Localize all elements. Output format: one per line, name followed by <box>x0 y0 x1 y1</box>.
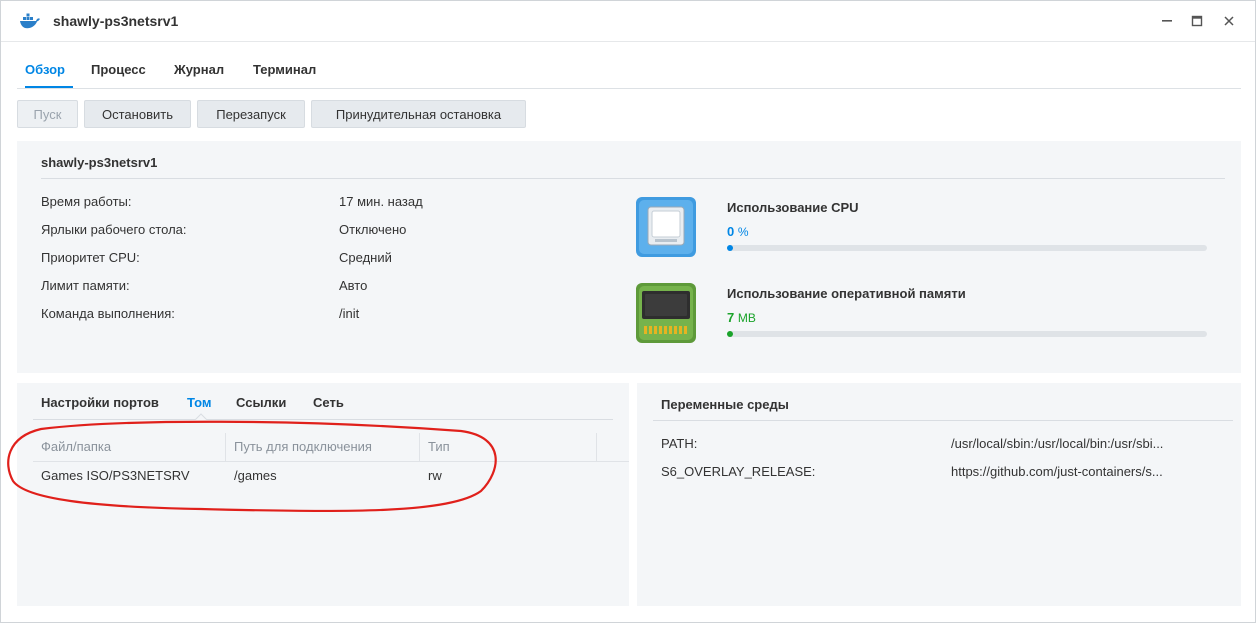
uptime-label: Время работы: <box>41 194 132 209</box>
cell-mount-path: /games <box>234 468 277 483</box>
memory-usage-bar <box>727 331 1207 337</box>
desktop-shortcut-label: Ярлыки рабочего стола: <box>41 222 187 237</box>
restart-button[interactable]: Перезапуск <box>197 100 305 128</box>
column-file-folder[interactable]: Файл/папка <box>33 433 226 461</box>
cpu-usage-bar-fill <box>727 245 733 251</box>
memory-usage-bar-fill <box>727 331 733 337</box>
tab-terminal[interactable]: Терминал <box>253 62 316 77</box>
memory-limit-label: Лимит памяти: <box>41 278 130 293</box>
uptime-value: 17 мин. назад <box>339 194 423 209</box>
cell-type: rw <box>428 468 442 483</box>
environment-title: Переменные среды <box>661 397 789 412</box>
force-stop-button[interactable]: Принудительная остановка <box>311 100 526 128</box>
start-button[interactable]: Пуск <box>17 100 78 128</box>
subtab-network[interactable]: Сеть <box>313 395 344 410</box>
tab-log[interactable]: Журнал <box>174 62 224 77</box>
divider <box>33 419 613 420</box>
env-row[interactable]: S6_OVERLAY_RELEASE: https://github.com/j… <box>661 457 1221 485</box>
command-label: Команда выполнения: <box>41 306 175 321</box>
volume-table-header: Файл/папка Путь для подключения Тип <box>33 433 629 462</box>
title-bar: shawly-ps3netsrv1 <box>1 1 1255 42</box>
active-subtab-caret <box>195 413 207 420</box>
docker-icon <box>20 13 40 29</box>
divider <box>41 178 1225 179</box>
subtab-port-settings[interactable]: Настройки портов <box>41 395 159 410</box>
cell-file-folder: Games ISO/PS3NETSRV <box>41 468 190 483</box>
memory-icon <box>636 283 696 343</box>
env-value: /usr/local/sbin:/usr/local/bin:/usr/sbi.… <box>951 436 1164 451</box>
memory-usage-title: Использование оперативной памяти <box>727 286 966 301</box>
divider <box>653 420 1233 421</box>
volume-panel: Настройки портов Том Ссылки Сеть Файл/па… <box>17 383 629 606</box>
window-title: shawly-ps3netsrv1 <box>53 13 179 29</box>
main-tabs: Обзор Процесс Журнал Терминал <box>17 42 1241 89</box>
column-mount-path[interactable]: Путь для подключения <box>226 433 420 461</box>
subtab-volume[interactable]: Том <box>187 395 212 410</box>
tab-process[interactable]: Процесс <box>91 62 146 77</box>
cpu-usage-value: 0 % <box>727 224 749 239</box>
table-row[interactable]: Games ISO/PS3NETSRV /games rw <box>33 462 629 490</box>
close-icon[interactable] <box>1219 11 1239 31</box>
overview-panel: shawly-ps3netsrv1 Время работы: 17 мин. … <box>17 141 1241 373</box>
env-value: https://github.com/just-containers/s... <box>951 464 1163 479</box>
environment-panel: Переменные среды PATH: /usr/local/sbin:/… <box>637 383 1241 606</box>
cpu-priority-value: Средний <box>339 250 392 265</box>
desktop-shortcut-value: Отключено <box>339 222 407 237</box>
column-separator[interactable] <box>596 433 597 461</box>
maximize-icon[interactable] <box>1187 11 1207 31</box>
env-row[interactable]: PATH: /usr/local/sbin:/usr/local/bin:/us… <box>661 429 1221 457</box>
tab-overview[interactable]: Обзор <box>25 62 65 77</box>
memory-usage-value: 7 MB <box>727 310 756 325</box>
stop-button[interactable]: Остановить <box>84 100 191 128</box>
cpu-priority-label: Приоритет CPU: <box>41 250 140 265</box>
active-tab-indicator <box>25 86 73 88</box>
column-type[interactable]: Тип <box>420 433 597 461</box>
env-key: PATH: <box>661 436 698 451</box>
cpu-usage-bar <box>727 245 1207 251</box>
memory-limit-value: Авто <box>339 278 368 293</box>
container-name: shawly-ps3netsrv1 <box>41 155 158 170</box>
subtab-links[interactable]: Ссылки <box>236 395 286 410</box>
minimize-icon[interactable] <box>1157 11 1177 31</box>
container-detail-window: shawly-ps3netsrv1 Обзор Процесс Журнал Т… <box>0 0 1256 623</box>
cpu-icon <box>636 197 696 257</box>
cpu-usage-title: Использование CPU <box>727 200 859 215</box>
command-value: /init <box>339 306 360 321</box>
env-key: S6_OVERLAY_RELEASE: <box>661 464 816 479</box>
